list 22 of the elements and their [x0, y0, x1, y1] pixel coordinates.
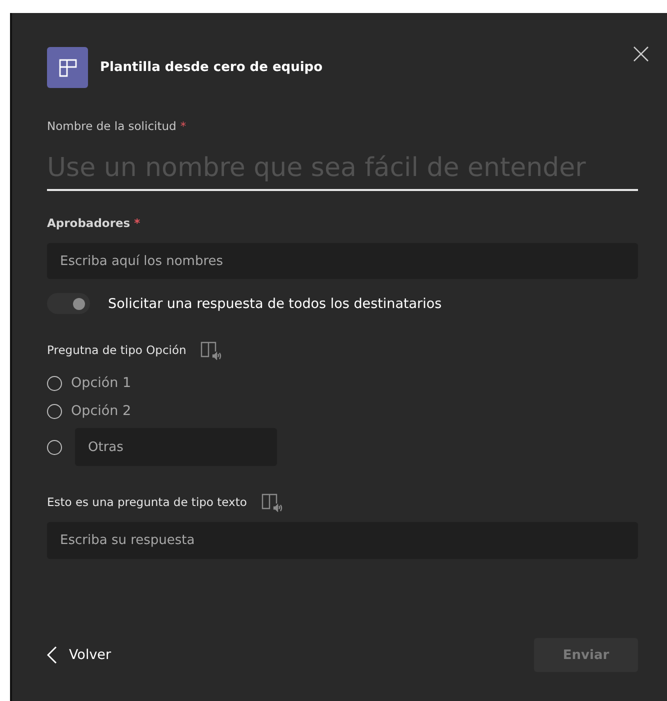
required-mark: * — [180, 119, 186, 133]
chevron-left-icon — [47, 646, 57, 664]
approvers-field[interactable]: Escriba aquí los nombres — [47, 243, 638, 279]
field-label: Aprobadores — [47, 216, 130, 230]
close-icon[interactable] — [633, 46, 649, 62]
radio-button[interactable] — [47, 440, 62, 454]
immersive-reader-icon[interactable] — [260, 492, 283, 512]
app-logo-icon — [47, 47, 88, 88]
toggle-label: Solicitar una respuesta de todos los destinatarios — [108, 296, 442, 312]
immersive-reader-icon[interactable] — [200, 340, 222, 360]
option-label[interactable]: Opción 2 — [71, 403, 132, 419]
required-mark: * — [134, 216, 140, 230]
question-label: Esto es una pregunta de tipo texto — [47, 495, 247, 509]
field-label: Nombre de la solicitud — [47, 119, 176, 133]
answer-field[interactable]: Escriba su respuesta — [47, 522, 638, 559]
back-button[interactable]: Volver — [47, 646, 112, 664]
radio-button[interactable] — [47, 404, 62, 418]
radio-button[interactable] — [47, 376, 62, 390]
dialog-title: Plantilla desde cero de equipo — [100, 60, 323, 75]
option-label[interactable]: Opción 1 — [71, 375, 132, 391]
question-label: Pregutna de tipo Opción — [47, 343, 186, 357]
other-option-field[interactable]: Otras — [75, 428, 277, 466]
